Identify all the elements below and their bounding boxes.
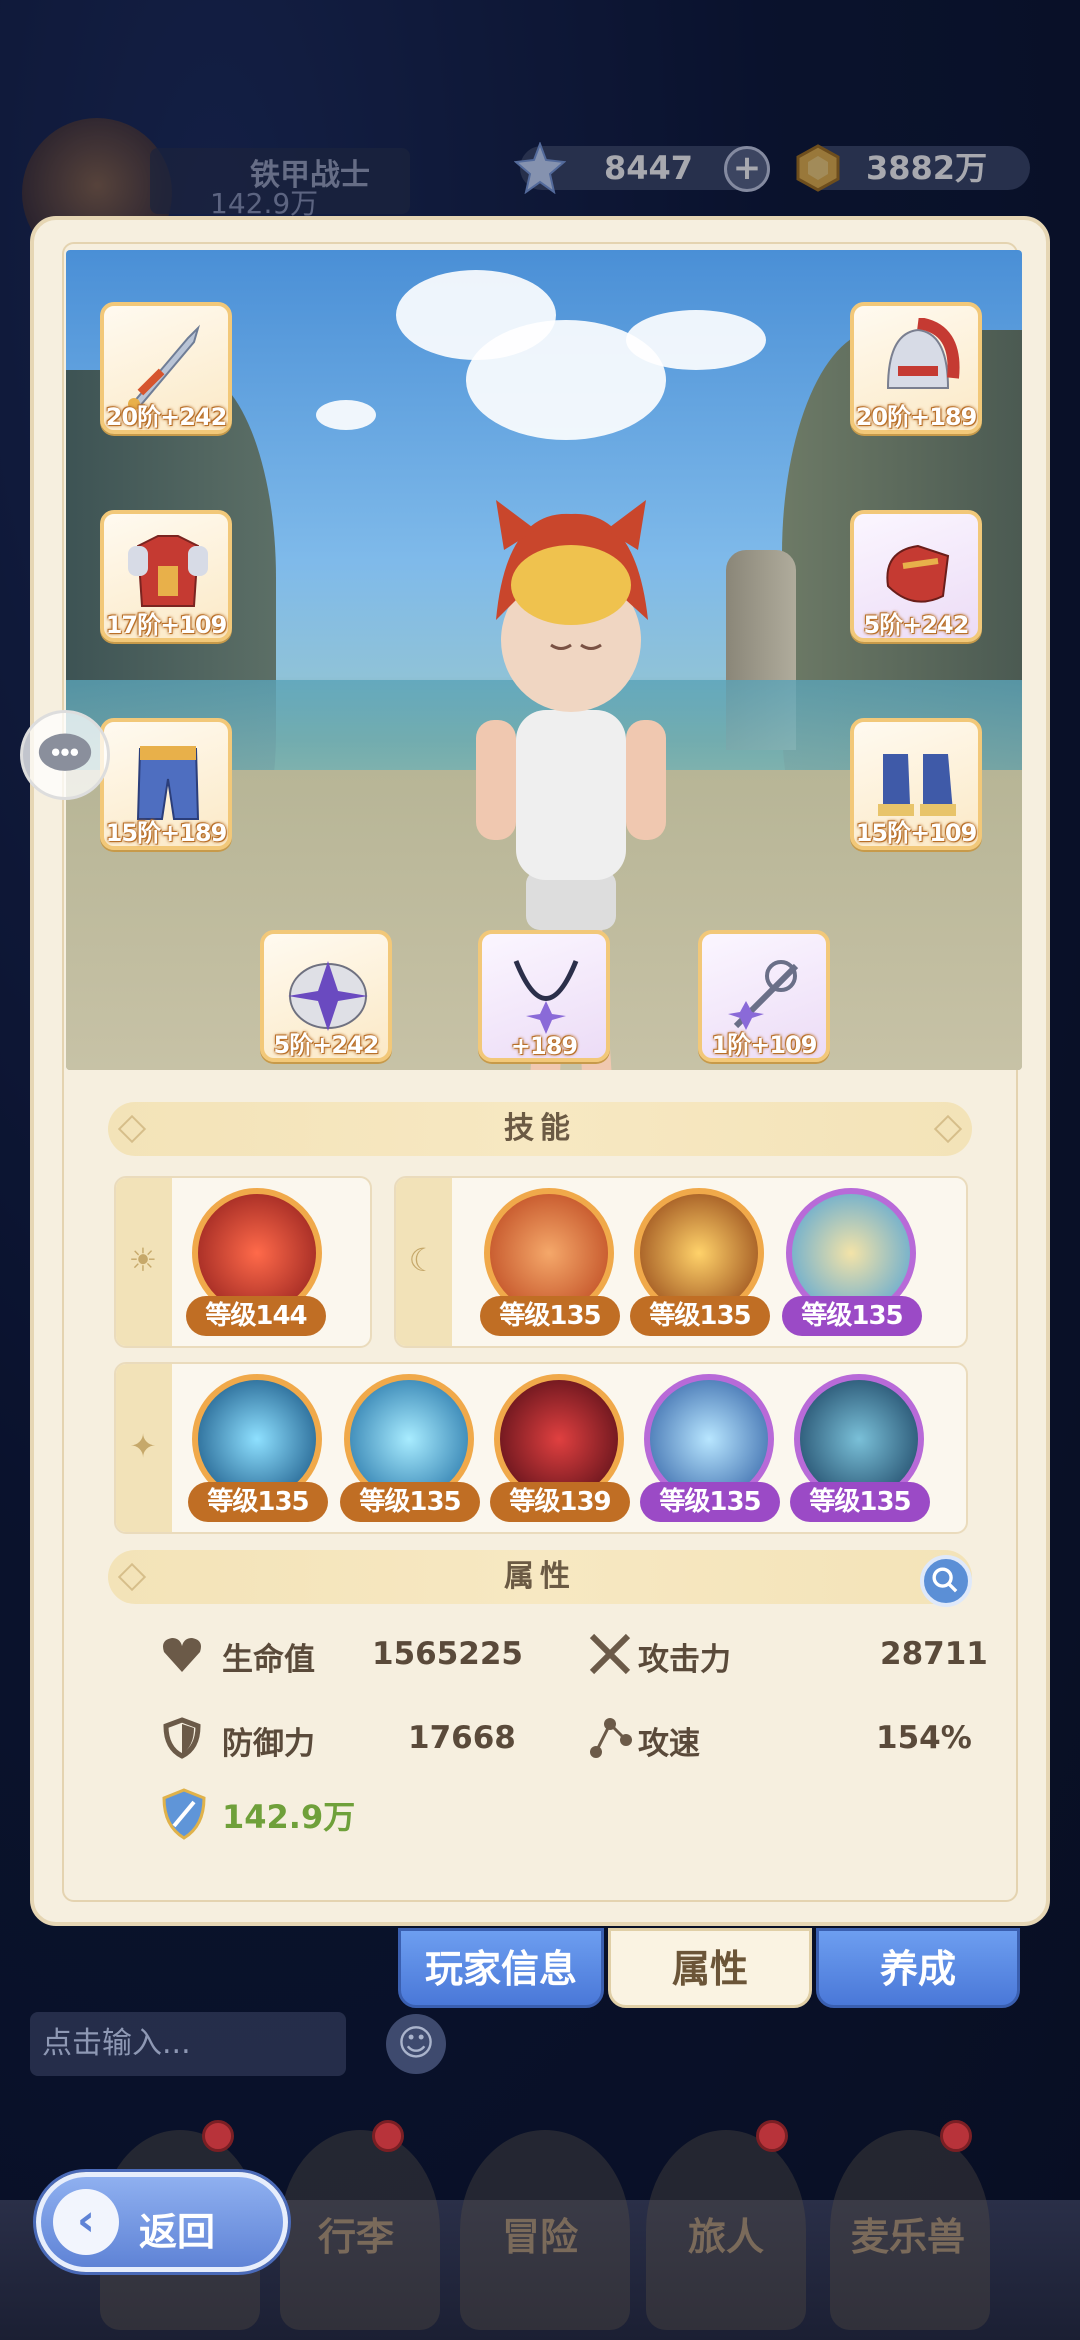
- crossed-swords-icon: [589, 1633, 631, 1675]
- combat-power-value: 142.9万: [222, 1798, 356, 1836]
- tab-player-info[interactable]: 玩家信息: [398, 1928, 604, 2008]
- skill-level: 等级139: [490, 1482, 630, 1522]
- skill-group-star: ✦ 等级135 等级135 等级139 等级135 等级135: [114, 1362, 968, 1534]
- attributes-header: 属性: [108, 1550, 972, 1604]
- skill-level: 等级135: [480, 1296, 620, 1336]
- skill-level: 等级135: [782, 1296, 922, 1336]
- emoji-button[interactable]: ☺: [386, 2014, 446, 2074]
- notification-dot: [940, 2120, 972, 2152]
- combat-power-icon: [162, 1788, 206, 1840]
- skills-header: 技能: [108, 1102, 972, 1156]
- attack-value: 28711: [880, 1636, 988, 1672]
- shield-icon: [163, 1717, 201, 1759]
- defense-label: 防御力: [222, 1726, 315, 1762]
- notification-dot: [202, 2120, 234, 2152]
- sun-icon: ☀: [128, 1241, 158, 1279]
- skill-level: 等级135: [790, 1482, 930, 1522]
- notification-dot: [372, 2120, 404, 2152]
- armor-slot[interactable]: 17阶+109: [100, 510, 232, 642]
- smile-icon: ☺: [397, 2023, 435, 2064]
- weapon-slot[interactable]: 20阶+242: [100, 302, 232, 434]
- skill-level: 等级135: [340, 1482, 480, 1522]
- chat-input[interactable]: 点击输入...: [30, 2012, 346, 2076]
- attack-speed-icon: [590, 1718, 632, 1758]
- gloves-slot[interactable]: 5阶+242: [850, 510, 982, 642]
- attack-speed-label: 攻速: [638, 1726, 700, 1762]
- nav-label-traveler: 旅人: [687, 2215, 764, 2259]
- hp-label: 生命值: [222, 1642, 315, 1678]
- necklace-slot[interactable]: +189: [478, 930, 610, 1062]
- mask-slot[interactable]: 5阶+242: [260, 930, 392, 1062]
- attack-speed-value: 154%: [876, 1720, 972, 1756]
- nav-label-pets: 麦乐兽: [850, 2215, 965, 2259]
- attribute-detail-button[interactable]: [920, 1555, 972, 1607]
- skill-level: 等级135: [630, 1296, 770, 1336]
- notification-dot: [756, 2120, 788, 2152]
- boots-slot[interactable]: 15阶+109: [850, 718, 982, 850]
- heart-icon: [163, 1638, 201, 1672]
- back-arrow-icon: ‹: [53, 2189, 119, 2255]
- skill-group-sun: ☀ 等级144: [114, 1176, 372, 1348]
- pants-slot[interactable]: 15阶+189: [100, 718, 232, 850]
- chat-icon: [38, 733, 92, 771]
- tab-growth[interactable]: 养成: [816, 1928, 1020, 2008]
- tab-attributes[interactable]: 属性: [608, 1928, 812, 2008]
- skill-level: 等级135: [640, 1482, 780, 1522]
- star-icon: ✦: [129, 1427, 157, 1465]
- skill-group-moon: ☾ 等级135 等级135 等级135: [394, 1176, 968, 1348]
- necklace-icon: [513, 960, 579, 1034]
- search-icon: [932, 1567, 958, 1593]
- attack-label: 攻击力: [638, 1642, 731, 1678]
- helmet-slot[interactable]: 20阶+189: [850, 302, 982, 434]
- defense-value: 17668: [408, 1720, 516, 1756]
- skill-level: 等级144: [186, 1296, 326, 1336]
- nav-label-bag: 行李: [317, 2215, 394, 2259]
- moon-icon: ☾: [408, 1241, 438, 1279]
- skill-level: 等级135: [188, 1482, 328, 1522]
- chat-bubble-button[interactable]: [20, 710, 110, 800]
- nav-label-adventure: 冒险: [501, 2215, 578, 2259]
- hp-value: 1565225: [372, 1636, 523, 1672]
- back-button[interactable]: ‹ 返回: [36, 2172, 288, 2272]
- accessory-slot[interactable]: 1阶+109: [698, 930, 830, 1062]
